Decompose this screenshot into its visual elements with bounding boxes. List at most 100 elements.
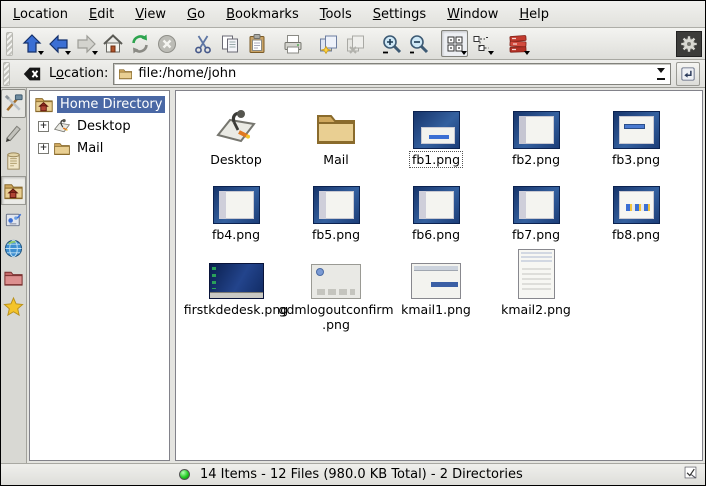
menu-settings[interactable]: Settings	[373, 7, 426, 22]
location-dropdown-arrow[interactable]	[653, 65, 668, 83]
file-item[interactable]: kmail1.png	[386, 249, 486, 333]
tree-item-mail[interactable]: + Mail	[30, 137, 169, 159]
sidebar-tab-services[interactable]	[1, 205, 26, 234]
file-name: fb4.png	[209, 226, 263, 243]
folder-icon	[117, 66, 134, 81]
new-tab-button[interactable]	[315, 30, 342, 57]
view-indicator[interactable]	[683, 465, 698, 484]
copy-button[interactable]	[216, 30, 243, 57]
menu-location[interactable]: Location	[13, 7, 68, 22]
paste-button[interactable]	[243, 30, 270, 57]
file-item[interactable]: fb4.png	[186, 174, 286, 243]
tree-item-label: Mail	[74, 140, 106, 157]
metabar-icon	[3, 122, 24, 143]
location-drag-handle[interactable]	[3, 62, 10, 86]
folderhome-icon	[33, 94, 55, 114]
file-item[interactable]: fb5.png	[286, 174, 386, 243]
file-thumbnail	[311, 264, 361, 299]
sidebar-tab-configure[interactable]	[1, 89, 26, 118]
sidebar-tab-root-directory[interactable]	[1, 263, 26, 292]
thumbnail-box	[613, 99, 660, 151]
menu-help[interactable]: Help	[519, 7, 549, 22]
thumbnail-box	[213, 99, 259, 151]
reload-button[interactable]	[126, 30, 153, 57]
file-item[interactable]: firstkdedesk.png	[186, 249, 286, 333]
up-button[interactable]	[18, 30, 45, 57]
file-name: Desktop	[207, 151, 265, 168]
file-item[interactable]: fb6.png	[386, 174, 486, 243]
clear-location-button[interactable]	[20, 63, 44, 85]
root-directory-icon	[3, 267, 24, 288]
bookmarks-button[interactable]	[504, 30, 531, 57]
configure-icon	[3, 93, 24, 114]
file-item[interactable]: fb1.png	[386, 99, 486, 168]
file-thumbnail	[213, 186, 260, 224]
file-item[interactable]: fb8.png	[586, 174, 686, 243]
file-item[interactable]: fb3.png	[586, 99, 686, 168]
stop-icon	[156, 33, 178, 55]
thumbnail-box	[209, 249, 264, 301]
forward-icon	[75, 33, 97, 55]
location-input[interactable]	[134, 66, 653, 81]
sidebar-tab-network[interactable]	[1, 234, 26, 263]
file-name: gdmlogoutconfirm .png	[276, 301, 397, 333]
icon-view-button[interactable]	[441, 30, 468, 57]
expander-icon[interactable]: +	[38, 143, 49, 154]
expander-icon[interactable]: +	[38, 121, 49, 132]
thumbnail-box	[313, 99, 359, 151]
file-thumbnail	[313, 186, 360, 224]
sidebar-tab-home-directory[interactable]	[1, 176, 26, 205]
go-icon	[679, 65, 697, 83]
tree-item-label: Desktop	[74, 118, 134, 135]
kde-throbber	[676, 31, 702, 57]
back-icon	[48, 33, 70, 55]
file-thumbnail	[513, 186, 560, 224]
file-name: fb1.png	[409, 151, 463, 168]
sidebar-tab-metabar[interactable]	[1, 118, 26, 147]
toolbar-drag-handle[interactable]	[6, 32, 13, 56]
location-label: Location:	[49, 66, 108, 81]
home-button[interactable]	[99, 30, 126, 57]
file-thumbnail	[613, 186, 660, 224]
menu-go[interactable]: Go	[187, 7, 205, 22]
file-name: fb6.png	[409, 226, 463, 243]
thumbnail-box	[513, 99, 560, 151]
kde-gear-icon	[679, 34, 699, 54]
menu-edit[interactable]: Edit	[89, 7, 114, 22]
statusbar: 14 Items - 12 Files (980.0 KB Total) - 2…	[1, 463, 705, 485]
file-item[interactable]: gdmlogoutconfirm .png	[286, 249, 386, 333]
file-item[interactable]: kmail2.png	[486, 249, 586, 333]
file-name: fb2.png	[509, 151, 563, 168]
print-button[interactable]	[279, 30, 306, 57]
sidebar-tab-bookmarks[interactable]	[1, 292, 26, 321]
cut-button[interactable]	[189, 30, 216, 57]
thumbnail-box	[311, 249, 361, 301]
file-item[interactable]: Mail	[286, 99, 386, 168]
menu-bookmarks[interactable]: Bookmarks	[226, 7, 299, 22]
menu-view[interactable]: View	[135, 7, 166, 22]
stop-button	[153, 30, 180, 57]
tree-item-home-directory[interactable]: Home Directory	[30, 93, 169, 115]
file-name: fb7.png	[509, 226, 563, 243]
tree-item-label: Home Directory	[57, 96, 165, 113]
home-icon	[102, 33, 124, 55]
icon-view-icon	[444, 33, 466, 55]
thumbnail-box	[513, 174, 560, 226]
go-button[interactable]	[676, 62, 700, 86]
back-button[interactable]	[45, 30, 72, 57]
file-item[interactable]: fb7.png	[486, 174, 586, 243]
menu-tools[interactable]: Tools	[320, 7, 352, 22]
network-icon	[3, 238, 24, 259]
thumbnail-box	[518, 249, 555, 301]
file-item[interactable]: fb2.png	[486, 99, 586, 168]
file-thumbnail	[209, 263, 264, 299]
file-item[interactable]: Desktop	[186, 99, 286, 168]
tree-item-desktop[interactable]: + Desktop	[30, 115, 169, 137]
tree-view-button[interactable]	[468, 30, 495, 57]
zoom-in-button[interactable]	[378, 30, 405, 57]
menu-window[interactable]: Window	[447, 7, 498, 22]
close-tab-icon	[345, 33, 367, 55]
history-icon	[3, 151, 24, 172]
sidebar-tab-history[interactable]	[1, 147, 26, 176]
zoom-out-button[interactable]	[405, 30, 432, 57]
